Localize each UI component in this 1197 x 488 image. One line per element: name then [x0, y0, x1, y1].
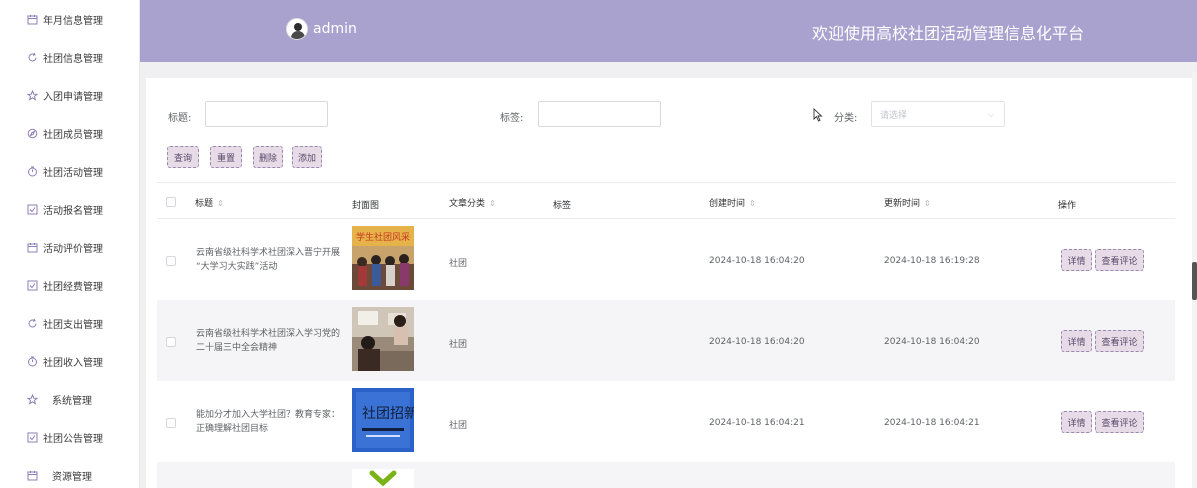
row-checkbox[interactable] — [166, 337, 176, 347]
checkbox-icon — [26, 431, 38, 443]
category-select[interactable]: 请选择 ⌵ — [871, 101, 1005, 127]
add-button[interactable]: 添加 — [292, 146, 322, 168]
row-title: 云南省级社科学术社团深入晋宁开展 “大学习大实践”活动 — [196, 248, 341, 272]
column-header-created[interactable]: 创建时间 ⇕ — [709, 196, 756, 209]
sidebar-item-evaluation[interactable]: 活动评价管理 — [0, 228, 140, 266]
sidebar-item-label: 社团信息管理 — [43, 53, 103, 65]
sidebar-item-label: 社团经费管理 — [43, 281, 103, 293]
delete-button[interactable]: 删除 — [253, 146, 283, 168]
cover-text: 学生社团风采 — [356, 231, 410, 243]
column-header-cover: 封面图 — [352, 201, 380, 211]
sidebar-item-label: 社团支出管理 — [43, 319, 103, 331]
cover-text: 社团招新 — [362, 406, 414, 422]
sidebar-item-members[interactable]: 社团成员管理 — [0, 114, 140, 152]
sidebar-item-label: 入团申请管理 — [43, 91, 103, 103]
reset-button[interactable]: 重置 — [210, 146, 242, 168]
category-select-placeholder: 请选择 — [880, 110, 908, 121]
row-updated-time: 2024-10-18 16:19:28 — [884, 256, 980, 266]
chevron-down-icon: ⌵ — [987, 110, 994, 119]
sort-icon[interactable]: ⇕ — [489, 199, 496, 208]
calendar-icon — [26, 13, 38, 25]
sidebar-item-expense[interactable]: 社团支出管理 — [0, 304, 140, 342]
sort-icon[interactable]: ⇕ — [217, 199, 224, 208]
mouse-cursor-icon — [813, 108, 823, 122]
row-category: 社团 — [449, 421, 468, 431]
refresh-icon — [26, 317, 38, 329]
sidebar-item-resources[interactable]: 资源管理 — [0, 456, 140, 488]
row-created-time: 2024-10-18 16:04:20 — [709, 337, 805, 347]
sort-icon[interactable]: ⇕ — [924, 199, 931, 208]
star-icon — [26, 393, 38, 405]
refresh-icon — [26, 51, 38, 63]
timer-icon — [26, 165, 38, 177]
row-category: 社团 — [449, 259, 468, 269]
detail-button[interactable]: 详情 — [1061, 411, 1092, 433]
column-header-ops: 操作 — [1058, 201, 1077, 211]
sidebar-item-club-info[interactable]: 社团信息管理 — [0, 38, 140, 76]
row-updated-time: 2024-10-18 16:04:21 — [884, 418, 980, 428]
sidebar-item-label: 资源管理 — [52, 471, 92, 483]
row-title: 云南省级社科学术社团深入学习党的 二十届三中全会精神 — [196, 329, 341, 353]
avatar[interactable] — [286, 18, 308, 40]
sidebar-item-join-application[interactable]: 入团申请管理 — [0, 76, 140, 114]
sidebar-item-funds[interactable]: 社团经费管理 — [0, 266, 140, 304]
calendar-icon — [26, 469, 38, 481]
sidebar: 年月信息管理 社团信息管理 入团申请管理 社团成员管理 社团活动管理 活动报名管… — [0, 0, 140, 488]
sidebar-item-label: 活动报名管理 — [43, 205, 103, 217]
cover-image — [352, 469, 414, 488]
sidebar-item-label: 年月信息管理 — [43, 15, 103, 27]
sidebar-item-activities[interactable]: 社团活动管理 — [0, 152, 140, 190]
cover-image: 社团招新 — [352, 388, 414, 452]
scrollbar-thumb[interactable] — [1192, 262, 1197, 300]
search-button[interactable]: 查询 — [167, 146, 199, 168]
row-created-time: 2024-10-18 16:04:21 — [709, 418, 805, 428]
sidebar-item-year-month[interactable]: 年月信息管理 — [0, 0, 140, 38]
table-top-divider — [157, 182, 1175, 183]
cover-image — [352, 307, 414, 371]
cover-image: 学生社团风采 — [352, 226, 414, 290]
column-header-updated[interactable]: 更新时间 ⇕ — [884, 196, 931, 209]
user-info[interactable]: admin — [286, 18, 357, 40]
category-filter-label: 分类: — [834, 113, 858, 124]
sidebar-item-label: 社团公告管理 — [43, 433, 103, 445]
row-category: 社团 — [449, 340, 468, 350]
view-comments-button[interactable]: 查看评论 — [1095, 249, 1144, 271]
table-row — [157, 462, 1175, 488]
sidebar-item-registration[interactable]: 活动报名管理 — [0, 190, 140, 228]
sidebar-item-label: 社团活动管理 — [43, 167, 103, 179]
title-filter-input[interactable] — [205, 101, 328, 127]
detail-button[interactable]: 详情 — [1061, 330, 1092, 352]
view-comments-button[interactable]: 查看评论 — [1095, 330, 1144, 352]
sidebar-item-label: 社团收入管理 — [43, 357, 103, 369]
checkbox-icon — [26, 203, 38, 215]
title-filter-label: 标题: — [168, 113, 192, 124]
row-title: 能加分才加入大学社团？教育专家： 正确理解社团目标 — [196, 410, 341, 434]
timer-icon — [26, 355, 38, 367]
row-created-time: 2024-10-18 16:04:20 — [709, 256, 805, 266]
tag-filter-label: 标签: — [500, 113, 524, 124]
sidebar-item-income[interactable]: 社团收入管理 — [0, 342, 140, 380]
sort-icon[interactable]: ⇕ — [749, 199, 756, 208]
compass-icon — [26, 127, 38, 139]
sidebar-item-system[interactable]: 系统管理 — [0, 380, 140, 418]
detail-button[interactable]: 详情 — [1061, 249, 1092, 271]
username: admin — [313, 21, 357, 37]
sidebar-item-label: 社团成员管理 — [43, 129, 103, 141]
row-checkbox[interactable] — [166, 418, 176, 428]
row-checkbox[interactable] — [166, 256, 176, 266]
calendar-icon — [26, 241, 38, 253]
column-header-tags: 标签 — [553, 201, 572, 211]
sidebar-item-announcements[interactable]: 社团公告管理 — [0, 418, 140, 456]
sidebar-item-label: 活动评价管理 — [43, 243, 103, 255]
star-icon — [26, 89, 38, 101]
checkbox-icon — [26, 279, 38, 291]
column-header-category[interactable]: 文章分类 ⇕ — [449, 196, 496, 209]
tag-filter-input[interactable] — [538, 101, 661, 127]
row-updated-time: 2024-10-18 16:04:20 — [884, 337, 980, 347]
welcome-title: 欢迎使用高校社团活动管理信息化平台 — [812, 24, 1085, 43]
select-all-checkbox[interactable] — [166, 197, 176, 207]
column-header-title[interactable]: 标题 ⇕ — [195, 196, 224, 209]
view-comments-button[interactable]: 查看评论 — [1095, 411, 1144, 433]
sidebar-item-label: 系统管理 — [52, 395, 92, 407]
